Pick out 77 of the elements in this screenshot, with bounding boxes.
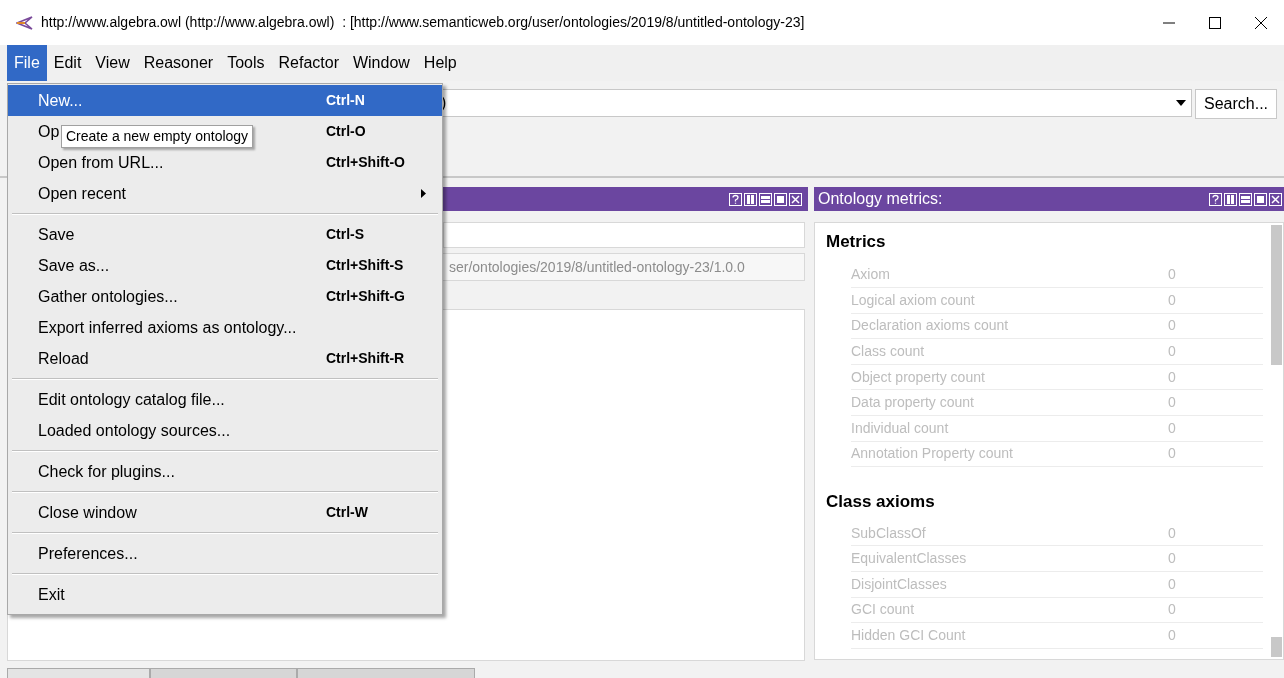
shortcut-label: Ctrl+Shift-S: [326, 256, 404, 275]
metric-value: 0: [1168, 342, 1176, 362]
help-icon[interactable]: [1209, 192, 1222, 206]
shortcut-label: Ctrl+Shift-G: [326, 287, 405, 306]
metric-value: 0: [1168, 549, 1176, 569]
menu-option[interactable]: Preferences...: [38, 541, 138, 566]
menu-option[interactable]: Edit ontology catalog file...: [38, 387, 225, 412]
metric-value: 0: [1168, 523, 1176, 543]
menu-option[interactable]: Op: [38, 119, 60, 144]
section-heading: Class axioms: [826, 491, 936, 514]
menu-item[interactable]: Window: [345, 45, 417, 81]
dropdown-arrow-icon[interactable]: [1176, 100, 1186, 106]
menu-option[interactable]: Open recent: [38, 181, 127, 206]
scrollbar-thumb[interactable]: [1271, 225, 1282, 365]
split-vertical-icon[interactable]: [1224, 192, 1237, 206]
menu-item[interactable]: Refactor: [271, 45, 346, 81]
split-horizontal-icon[interactable]: [759, 192, 772, 206]
metric-label: EquivalentClasses: [851, 549, 968, 569]
menu-option[interactable]: Close window: [38, 500, 137, 525]
metric-label: DisjointClasses: [851, 574, 948, 594]
panel-title: Ontology metrics:: [818, 189, 943, 209]
shortcut-label: Ctrl-O: [326, 122, 366, 141]
menu-option[interactable]: Gather ontologies...: [38, 284, 178, 309]
menu-option[interactable]: Save as...: [38, 253, 110, 278]
search-button[interactable]: Search...: [1195, 89, 1278, 119]
metric-label: Logical axiom count: [851, 290, 976, 310]
shortcut-label: Ctrl+Shift-O: [326, 153, 405, 172]
metric-label: Object property count: [851, 367, 986, 387]
shortcut-label: Ctrl+Shift-R: [326, 349, 405, 368]
metric-label: Hidden GCI Count: [851, 625, 967, 645]
tooltip: Create a new empty ontology: [61, 125, 254, 148]
metric-value: 0: [1168, 367, 1176, 387]
shortcut-label: Ctrl-W: [326, 503, 368, 522]
metric-label: Class count: [851, 342, 926, 362]
close-icon[interactable]: [1254, 15, 1268, 30]
metric-value: 0: [1168, 444, 1176, 464]
metric-value: 0: [1168, 625, 1176, 645]
menu-item[interactable]: Edit: [46, 45, 89, 81]
menu-option[interactable]: Reload: [38, 346, 89, 371]
metric-value: 0: [1168, 393, 1176, 413]
window-title: http://www.algebra.owl (http://www.algebra.owl) : [http://www.semanticweb.org/user/ontologies/2019/8/untitled-ontology-23]: [41, 13, 805, 32]
menu-option[interactable]: Check for plugins...: [38, 459, 175, 484]
menu-item[interactable]: Help: [416, 45, 464, 81]
menu-item[interactable]: Tools: [220, 45, 272, 81]
split-vertical-icon[interactable]: [744, 192, 757, 206]
shortcut-label: Ctrl-S: [326, 225, 365, 244]
metric-value: 0: [1168, 600, 1176, 620]
metric-label: Individual count: [851, 418, 950, 438]
metric-value: 0: [1168, 290, 1176, 310]
metric-value: 0: [1168, 418, 1176, 438]
app-icon: [16, 14, 34, 31]
text-field[interactable]: [443, 222, 805, 248]
menu-option[interactable]: Save: [38, 222, 75, 247]
menu-option[interactable]: Export inferred axioms as ontology...: [38, 315, 297, 340]
menu-item[interactable]: Reasoner: [136, 45, 221, 81]
metric-label: Axiom: [851, 265, 891, 285]
menu-item[interactable]: View: [88, 45, 137, 81]
metric-value: 0: [1168, 574, 1176, 594]
menu-option[interactable]: New... Ctrl-N: [8, 85, 442, 116]
maximize-icon[interactable]: [1208, 15, 1222, 30]
version-iri: ser/ontologies/2019/8/untitled-ontology-23/1.0.0: [449, 257, 745, 277]
metric-label: GCI count: [851, 600, 916, 620]
menu-option[interactable]: Exit: [38, 582, 65, 607]
metric-value: 0: [1168, 316, 1176, 336]
metric-label: Data property count: [851, 393, 975, 413]
metric-label: Annotation Property count: [851, 444, 1014, 464]
menu-option[interactable]: Loaded ontology sources...: [38, 418, 231, 443]
menu-option[interactable]: Open from URL...: [38, 150, 164, 175]
metric-value: 0: [1168, 265, 1176, 285]
help-icon[interactable]: [729, 192, 742, 206]
shortcut-label: Ctrl-N: [326, 91, 365, 110]
scrollbar-thumb[interactable]: [1271, 637, 1282, 657]
menu-item[interactable]: File: [7, 45, 47, 81]
metric-label: Declaration axioms count: [851, 316, 1010, 336]
split-horizontal-icon[interactable]: [1239, 192, 1252, 206]
section-heading: Metrics: [826, 231, 887, 253]
metric-label: SubClassOf: [851, 523, 927, 543]
